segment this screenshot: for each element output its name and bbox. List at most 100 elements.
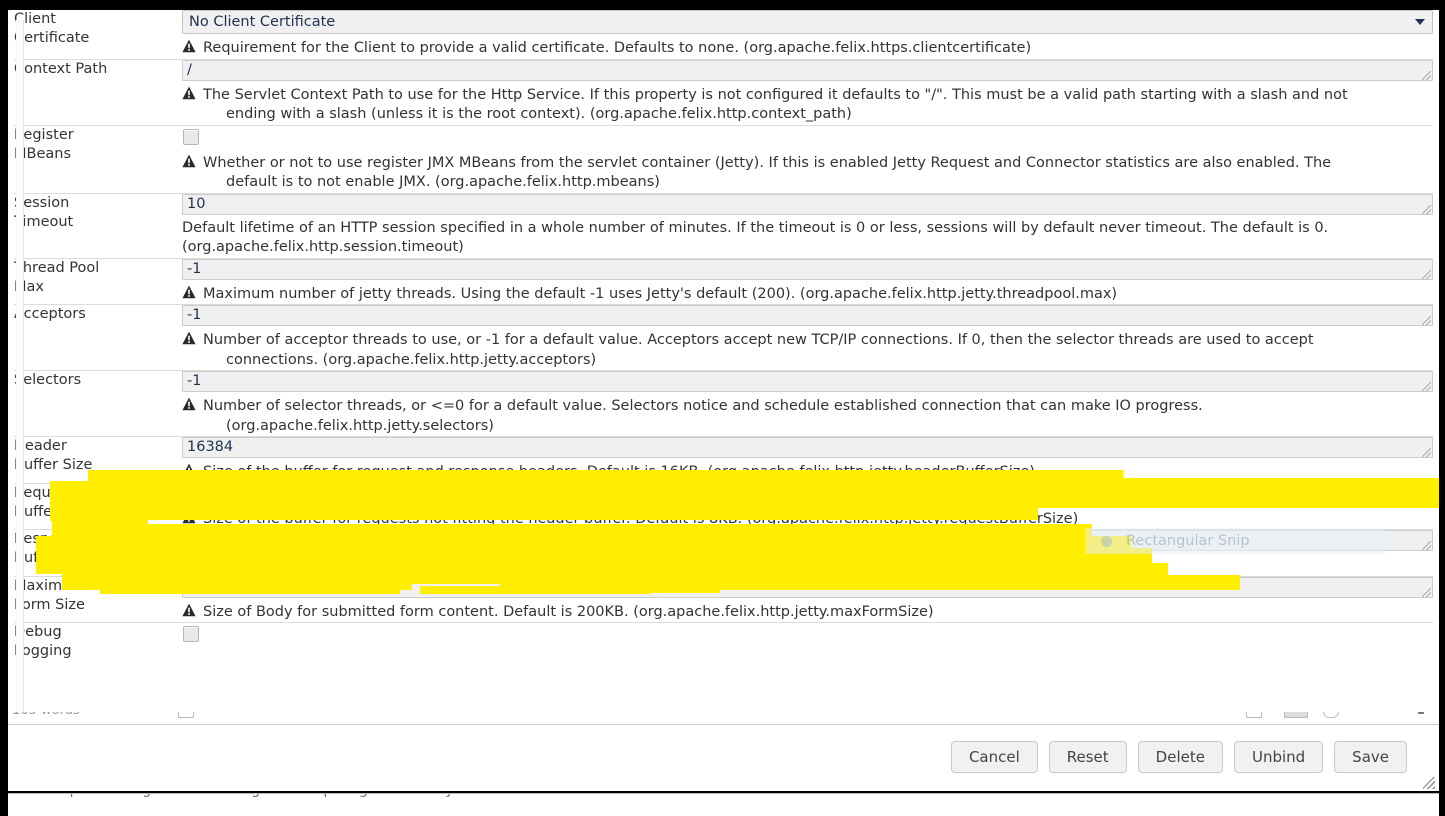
property-description: Default lifetime of an HTTP session spec… (182, 215, 1433, 258)
clipped-bottom-row: Apache Sling Distribution Agent - Simple… (8, 793, 1439, 816)
zoom-marker-icon (1418, 712, 1424, 714)
property-text-input[interactable]: 16384 (182, 437, 1433, 458)
config-property-row: Response Buffer Size 24576 Size of the buf… (14, 529, 1433, 577)
property-label: Client Certificate (14, 11, 90, 46)
property-text-input[interactable]: -1 (182, 305, 1433, 326)
unbind-button[interactable]: Unbind (1233, 741, 1324, 773)
config-property-row: Context Path / The Servlet Context Path to… (14, 59, 1433, 125)
word-count-ghost: 105 words (12, 712, 80, 718)
property-description: Size of Body for submitted form content.… (182, 598, 1433, 623)
cancel-button[interactable]: Cancel (950, 741, 1038, 773)
property-field-cell: 10 Default lifetime of an HTTP session sp… (182, 193, 1433, 258)
warning-icon (182, 86, 196, 100)
property-text-input[interactable]: / (182, 59, 1433, 81)
property-description: Size of the buffer for responses. Defaul… (182, 551, 1433, 576)
description-text: Number of selector threads, or <=0 for a… (203, 398, 1203, 414)
property-checkbox[interactable] (183, 128, 199, 145)
row-spacer (182, 646, 1433, 666)
property-text-input[interactable]: 204800 (182, 576, 1433, 598)
property-text-input[interactable]: 8192 (182, 483, 1433, 505)
resize-grip-icon[interactable] (1423, 777, 1435, 789)
panel-left-gutter (16, 20, 24, 715)
property-field-cell: -1 Number of acceptor threads to use, or … (182, 305, 1433, 371)
textarea-resize-grip-icon[interactable] (1422, 269, 1431, 279)
textarea-resize-grip-icon[interactable] (1422, 382, 1431, 391)
reset-button[interactable]: Reset (1048, 741, 1127, 773)
footer-button-row: Cancel Reset Delete Unbind Save (950, 741, 1407, 773)
textarea-resize-grip-icon[interactable] (1422, 70, 1431, 80)
property-label: Thread Pool Max (14, 259, 100, 295)
config-property-row: Client Certificate No Client Certificate R… (14, 10, 1433, 59)
config-property-row: Debug Logging (14, 622, 1433, 667)
letterbox-left (0, 0, 8, 815)
page-icon (178, 712, 194, 718)
letterbox-top (0, 0, 1445, 10)
input-value: 16384 (187, 439, 234, 455)
input-value: 10 (187, 195, 206, 212)
bottom-clipped-label: Apache Sling Distribution Agent - Simple… (60, 794, 454, 798)
felix-config-panel: Client Certificate No Client Certificate R… (8, 10, 1439, 715)
select-value: No Client Certificate (189, 14, 336, 30)
textarea-resize-grip-icon[interactable] (1422, 316, 1431, 325)
letterbox-right (1439, 0, 1445, 815)
property-field-cell: 24576 Size of the buffer for responses. D… (182, 530, 1433, 577)
config-property-row: Thread Pool Max -1 Maximum number of jetty… (14, 258, 1433, 305)
textarea-resize-grip-icon[interactable] (1422, 204, 1431, 214)
property-label: Header Buffer Size (14, 438, 93, 473)
description-text-continued: default is to not enable JMX. (org.apach… (226, 174, 660, 190)
textarea-resize-grip-icon[interactable] (1422, 587, 1431, 597)
config-property-row: Register MBeans Whether or not to use reg… (14, 125, 1433, 193)
input-value: -1 (187, 260, 202, 277)
screenshot-root: Client Certificate No Client Certificate R… (0, 0, 1445, 816)
description-text-continued: (org.apache.felix.http.session.timeout) (182, 239, 464, 255)
property-description: Whether or not to use register JMX MBean… (182, 149, 1433, 193)
config-properties-table: Client Certificate No Client Certificate R… (14, 10, 1433, 666)
property-label: Response Buffer Size (14, 531, 93, 566)
config-property-row: Selectors -1 Number of selector threads, o… (14, 370, 1433, 437)
textarea-resize-grip-icon[interactable] (1422, 448, 1431, 457)
property-field-cell: -1 Maximum number of jetty threads. Using… (182, 258, 1433, 305)
property-description: Number of selector threads, or <=0 for a… (182, 392, 1433, 436)
warning-icon (182, 510, 196, 524)
input-value: / (187, 61, 192, 78)
warning-icon (182, 39, 196, 53)
property-checkbox[interactable] (183, 626, 199, 642)
input-value: -1 (187, 373, 202, 389)
save-button[interactable]: Save (1334, 741, 1407, 773)
zoom-icon (1323, 712, 1339, 718)
property-field-cell: 8192 Size of the buffer for requests not … (182, 483, 1433, 530)
property-label: Register MBeans (14, 126, 74, 162)
textarea-resize-grip-icon[interactable] (1422, 541, 1431, 550)
textarea-resize-grip-icon[interactable] (1422, 494, 1431, 504)
chevron-down-icon[interactable] (1415, 19, 1425, 25)
property-field-cell (182, 623, 1433, 667)
description-text-continued: connections. (org.apache.felix.http.jett… (226, 351, 597, 368)
property-text-input[interactable]: 10 (182, 193, 1433, 215)
config-property-row: Header Buffer Size 16384 Size of the buffe… (14, 436, 1433, 484)
property-field-cell: -1 Number of selector threads, or <=0 for… (182, 371, 1433, 437)
description-text: Size of Body for submitted form content.… (203, 603, 934, 620)
config-property-row: Maximum Form Size 204800 Size of Body for … (14, 576, 1433, 623)
property-text-input[interactable]: -1 (182, 258, 1433, 280)
client-certificate-select[interactable]: No Client Certificate (182, 10, 1433, 34)
property-field-cell: / The Servlet Context Path to use for the… (182, 59, 1433, 125)
description-text-continued: (org.apache.felix.http.jetty.selectors) (226, 417, 494, 434)
property-label: Request Buffer Size (14, 484, 93, 520)
property-label: Context Path (14, 60, 108, 77)
property-field-cell: Whether or not to use register JMX MBean… (182, 125, 1433, 193)
property-field-cell: 16384 Size of the buffer for request and … (182, 437, 1433, 484)
description-text: Number of acceptor threads to use, or -1… (203, 332, 1314, 348)
property-text-input[interactable]: 24576 (182, 530, 1433, 551)
description-text: Size of the buffer for responses. Defaul… (203, 557, 903, 573)
view-icon-b (1284, 712, 1308, 718)
warning-icon (182, 331, 196, 345)
warning-icon (182, 603, 196, 617)
property-field-cell: 204800 Size of Body for submitted form co… (182, 576, 1433, 623)
property-text-input[interactable]: -1 (182, 371, 1433, 392)
description-text: The Servlet Context Path to use for the … (203, 86, 1348, 103)
input-value: 8192 (187, 485, 224, 502)
warning-icon (182, 154, 196, 168)
dialog-footer: Cancel Reset Delete Unbind Save (8, 724, 1439, 791)
warning-icon (182, 556, 196, 570)
delete-button[interactable]: Delete (1137, 741, 1223, 773)
